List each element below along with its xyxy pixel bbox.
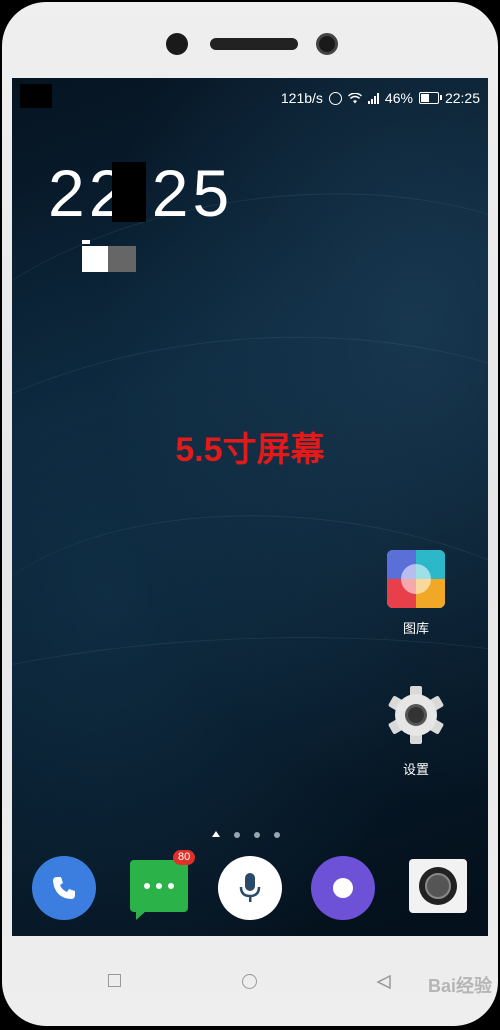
battery-percent: 46%: [384, 90, 413, 106]
app-label: 设置: [402, 762, 429, 777]
page-dot: [254, 832, 260, 838]
dock-messages[interactable]: 80: [127, 850, 196, 920]
back-icon[interactable]: [376, 974, 392, 990]
dock-camera[interactable]: [406, 856, 470, 920]
notification-icon: [20, 84, 52, 108]
microphone-icon: [218, 856, 282, 920]
unread-badge: 80: [173, 850, 196, 865]
page-dot: [274, 832, 280, 838]
network-speed: 121b/s: [280, 90, 323, 106]
navigation-bar: [0, 960, 500, 1006]
battery-icon: [418, 92, 442, 104]
annotation-text: 5.5寸屏幕: [175, 431, 325, 469]
phone-icon: [32, 856, 96, 920]
status-bar[interactable]: 121b/s 46% 22:25: [12, 84, 488, 112]
app-settings[interactable]: 设置: [381, 684, 451, 778]
dock: 80: [12, 850, 488, 922]
home-screen: 121b/s 46% 22:25 22:25 5.5寸屏幕: [12, 78, 488, 936]
home-icon[interactable]: [242, 974, 257, 989]
date-widget-redacted: [82, 240, 136, 272]
gallery-icon: [387, 550, 445, 608]
gear-icon: [388, 686, 444, 744]
signal-icon: [367, 92, 379, 104]
battery-fill: [420, 94, 430, 102]
dock-browser[interactable]: [311, 856, 375, 920]
alarm-icon: [328, 91, 342, 105]
home-icon: [212, 831, 220, 837]
dock-phone[interactable]: [32, 856, 96, 920]
front-camera: [166, 33, 188, 55]
page-indicator[interactable]: [212, 831, 280, 838]
dock-voice-assistant[interactable]: [218, 856, 282, 920]
recents-icon[interactable]: [108, 974, 121, 987]
messages-icon: [130, 860, 188, 920]
status-time: 22:25: [444, 90, 480, 106]
earpiece-speaker: [210, 38, 298, 50]
redaction-block: [112, 162, 146, 222]
app-gallery[interactable]: 图库: [381, 550, 451, 637]
camera-icon: [409, 859, 467, 913]
phone-frame: 121b/s 46% 22:25 22:25 5.5寸屏幕: [0, 0, 500, 1030]
proximity-sensor: [316, 33, 338, 55]
wifi-icon: [347, 92, 362, 103]
browser-icon: [311, 856, 375, 920]
page-dot: [234, 832, 240, 838]
watermark-logo: Bai经验: [427, 976, 492, 996]
status-icons: 121b/s 46% 22:25: [281, 90, 480, 106]
app-label: 图库: [402, 621, 429, 636]
